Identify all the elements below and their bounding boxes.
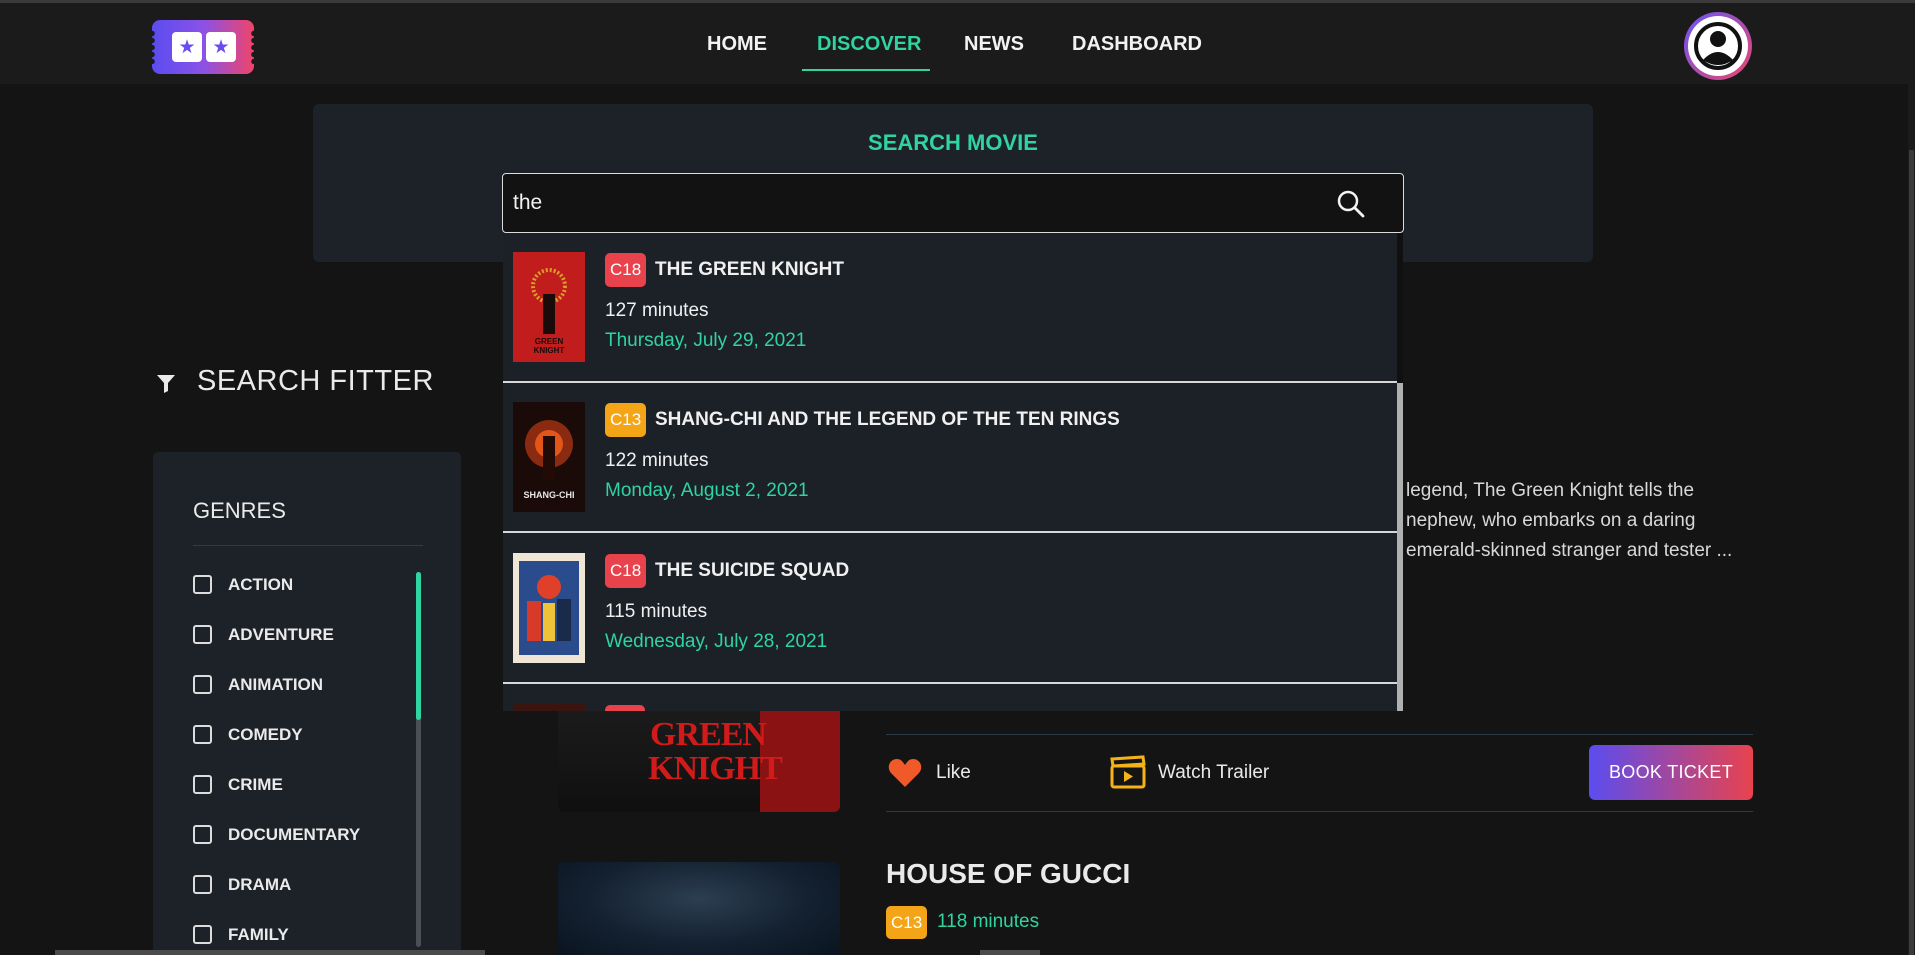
result-date: Wednesday, July 28, 2021 [605,631,828,652]
search-icon[interactable] [1335,188,1367,220]
dropdown-scrollbar-thumb[interactable] [1397,383,1403,711]
genre-label: CRIME [228,775,283,794]
result-date: Thursday, July 29, 2021 [605,330,807,351]
horizontal-scrollbar[interactable] [55,950,485,955]
result-title: THE GREEN KNIGHT [655,259,844,280]
checkbox[interactable] [193,575,212,594]
result-duration: 127 minutes [605,300,709,321]
like-button[interactable]: Like [936,762,971,784]
search-input[interactable] [513,188,1313,218]
genre-scrollbar-thumb[interactable] [416,572,421,720]
search-result-item[interactable]: SHANG-CHI C13 SHANG-CHI AND THE LEGEND O… [503,383,1397,533]
book-ticket-button[interactable]: BOOK TICKET [1589,745,1753,800]
rating-badge [605,705,645,711]
genre-label: FAMILY [228,925,289,944]
movie-poster[interactable]: GREEN KNIGHT [558,700,840,812]
movie-poster: GREEN KNIGHT [513,252,585,362]
genre-label: DRAMA [228,875,292,894]
checkbox[interactable] [193,625,212,644]
description-line: legend, The Green Knight tells the [1406,480,1695,501]
divider [886,734,1753,735]
result-duration: 122 minutes [605,450,709,471]
movie-title[interactable]: HOUSE OF GUCCI [886,858,1130,890]
svg-text:GREEN: GREEN [535,337,564,346]
nav-home[interactable]: HOME [707,33,767,56]
user-icon [1694,22,1742,70]
active-nav-indicator [802,69,930,71]
checkbox[interactable] [193,725,212,744]
search-result-item[interactable]: C18 THE SUICIDE SQUAD 115 minutes Wednes… [503,534,1397,684]
top-navbar: ★ ★ HOME DISCOVER NEWS DASHBOARD [0,0,1915,84]
search-title: SEARCH MOVIE [868,130,1038,155]
genre-label: ADVENTURE [228,625,334,644]
description-line: nephew, who embarks on a daring [1406,510,1696,531]
rating-badge: C13 [605,403,647,437]
checkbox[interactable] [193,875,212,894]
filter-icon [157,375,175,393]
divider [193,545,423,546]
nav-discover[interactable]: DISCOVER [817,33,921,56]
genre-label: ACTION [228,575,294,594]
movie-poster [513,704,585,711]
result-duration: 115 minutes [605,601,708,622]
heart-icon[interactable] [888,757,922,789]
star-icon: ★ [206,32,236,62]
filter-heading: SEARCH FITTER [197,365,434,397]
result-title: SHANG-CHI AND THE LEGEND OF THE TEN RING… [655,409,1120,430]
checkbox[interactable] [193,925,212,944]
rating-badge: C18 [605,554,647,588]
genre-panel: GENRES ACTION ADVENTURE ANIMATION COMEDY… [153,452,461,955]
rating-badge: C18 [605,253,647,287]
movie-poster[interactable] [558,862,840,955]
svg-text:KNIGHT: KNIGHT [534,346,565,355]
genre-label: DOCUMENTARY [228,825,361,844]
result-date: Monday, August 2, 2021 [605,480,809,501]
description-line: emerald-skinned stranger and tester ... [1406,540,1733,561]
checkbox[interactable] [193,775,212,794]
movie-description: legend, The Green Knight tells the nephe… [1406,476,1766,566]
search-results-dropdown: GREEN KNIGHT C18 THE GREEN KNIGHT 127 mi… [503,233,1403,711]
watch-trailer-button[interactable]: Watch Trailer [1158,762,1269,784]
horizontal-scrollbar[interactable] [980,950,1040,955]
movie-duration: 118 minutes [937,911,1040,932]
result-title: THE SUICIDE SQUAD [655,560,850,581]
divider [886,811,1753,812]
nav-dashboard[interactable]: DASHBOARD [1072,33,1202,56]
movie-poster: SHANG-CHI [513,402,585,512]
search-result-item[interactable] [503,685,1397,711]
page-scrollbar-thumb[interactable] [1909,150,1914,955]
search-result-item[interactable]: GREEN KNIGHT C18 THE GREEN KNIGHT 127 mi… [503,233,1397,383]
clapperboard-icon[interactable] [1110,755,1146,789]
star-icon: ★ [172,32,202,62]
nav-news[interactable]: NEWS [964,33,1024,56]
genre-label: ANIMATION [228,675,324,694]
avatar[interactable] [1684,12,1752,80]
genre-heading: GENRES [193,498,286,523]
svg-text:SHANG-CHI: SHANG-CHI [524,490,575,500]
genre-label: COMEDY [228,725,303,744]
poster-text: GREEN KNIGHT [648,716,783,787]
movie-poster [513,553,585,663]
checkbox[interactable] [193,825,212,844]
search-box[interactable] [502,173,1404,233]
logo[interactable]: ★ ★ [149,20,257,74]
rating-badge: C13 [886,906,928,939]
checkbox[interactable] [193,675,212,694]
